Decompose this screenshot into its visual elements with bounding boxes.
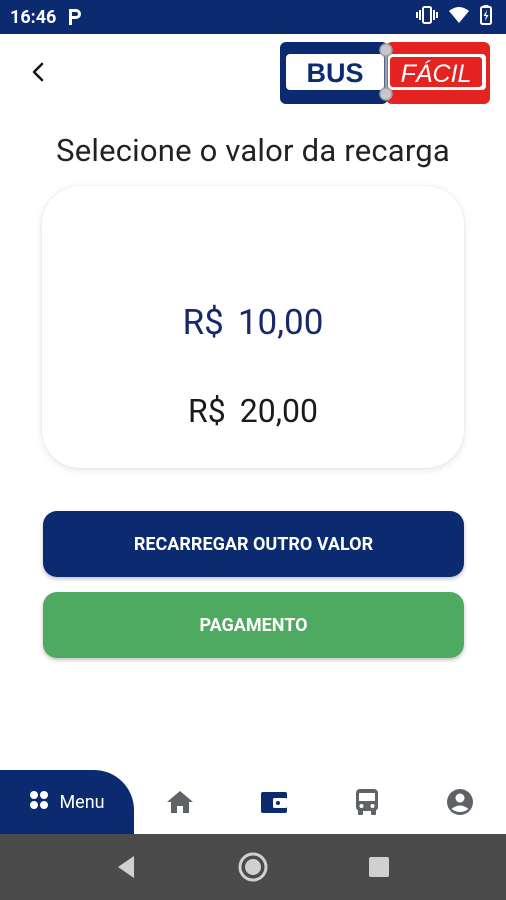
status-time: 16:46 [10, 6, 57, 28]
triangle-back-icon [118, 856, 134, 878]
status-right [416, 4, 492, 30]
chevron-left-icon [32, 62, 44, 82]
nav-menu-button[interactable]: Menu [0, 770, 134, 834]
value-amount: 20,00 [239, 392, 318, 430]
nav-wallet-button[interactable] [258, 786, 290, 818]
value-currency: R$ [188, 392, 226, 430]
square-recents-icon [369, 857, 389, 877]
logo-text-facil: FÁCIL [401, 59, 472, 88]
circle-home-icon [238, 852, 268, 882]
status-bar: 16:46 [0, 0, 506, 34]
system-back-button[interactable] [110, 851, 142, 883]
logo-text-bus: BUS [306, 58, 363, 88]
wallet-icon [261, 792, 287, 813]
value-option-20[interactable]: R$ 20,00 [42, 392, 464, 430]
bus-icon [356, 789, 378, 815]
menu-grid-icon [29, 790, 49, 815]
home-icon [167, 791, 193, 813]
vibrate-icon [416, 5, 438, 30]
value-currency: R$ [182, 302, 224, 343]
parking-p-icon [66, 8, 84, 26]
system-home-button[interactable] [237, 851, 269, 883]
battery-icon [480, 4, 492, 30]
nav-menu-label: Menu [59, 791, 105, 813]
value-amount: 10,00 [237, 302, 324, 343]
page-title: Selecione o valor da recarga [56, 132, 450, 169]
nav-account-button[interactable] [444, 786, 476, 818]
bus-facil-logo: BUS FÁCIL [278, 40, 492, 106]
system-nav-bar [0, 834, 506, 900]
account-icon [447, 789, 473, 815]
system-recents-button[interactable] [363, 851, 395, 883]
value-option-10[interactable]: R$ 10,00 [42, 302, 464, 343]
status-left: 16:46 [10, 7, 84, 28]
nav-bus-button[interactable] [351, 786, 383, 818]
back-button[interactable] [24, 58, 52, 86]
recharge-other-value-button[interactable]: RECARREGAR OUTRO VALOR [43, 511, 464, 577]
wifi-icon [448, 6, 470, 29]
nav-home-button[interactable] [164, 786, 196, 818]
payment-button[interactable]: PAGAMENTO [43, 592, 464, 658]
bottom-nav: Menu [0, 770, 506, 834]
